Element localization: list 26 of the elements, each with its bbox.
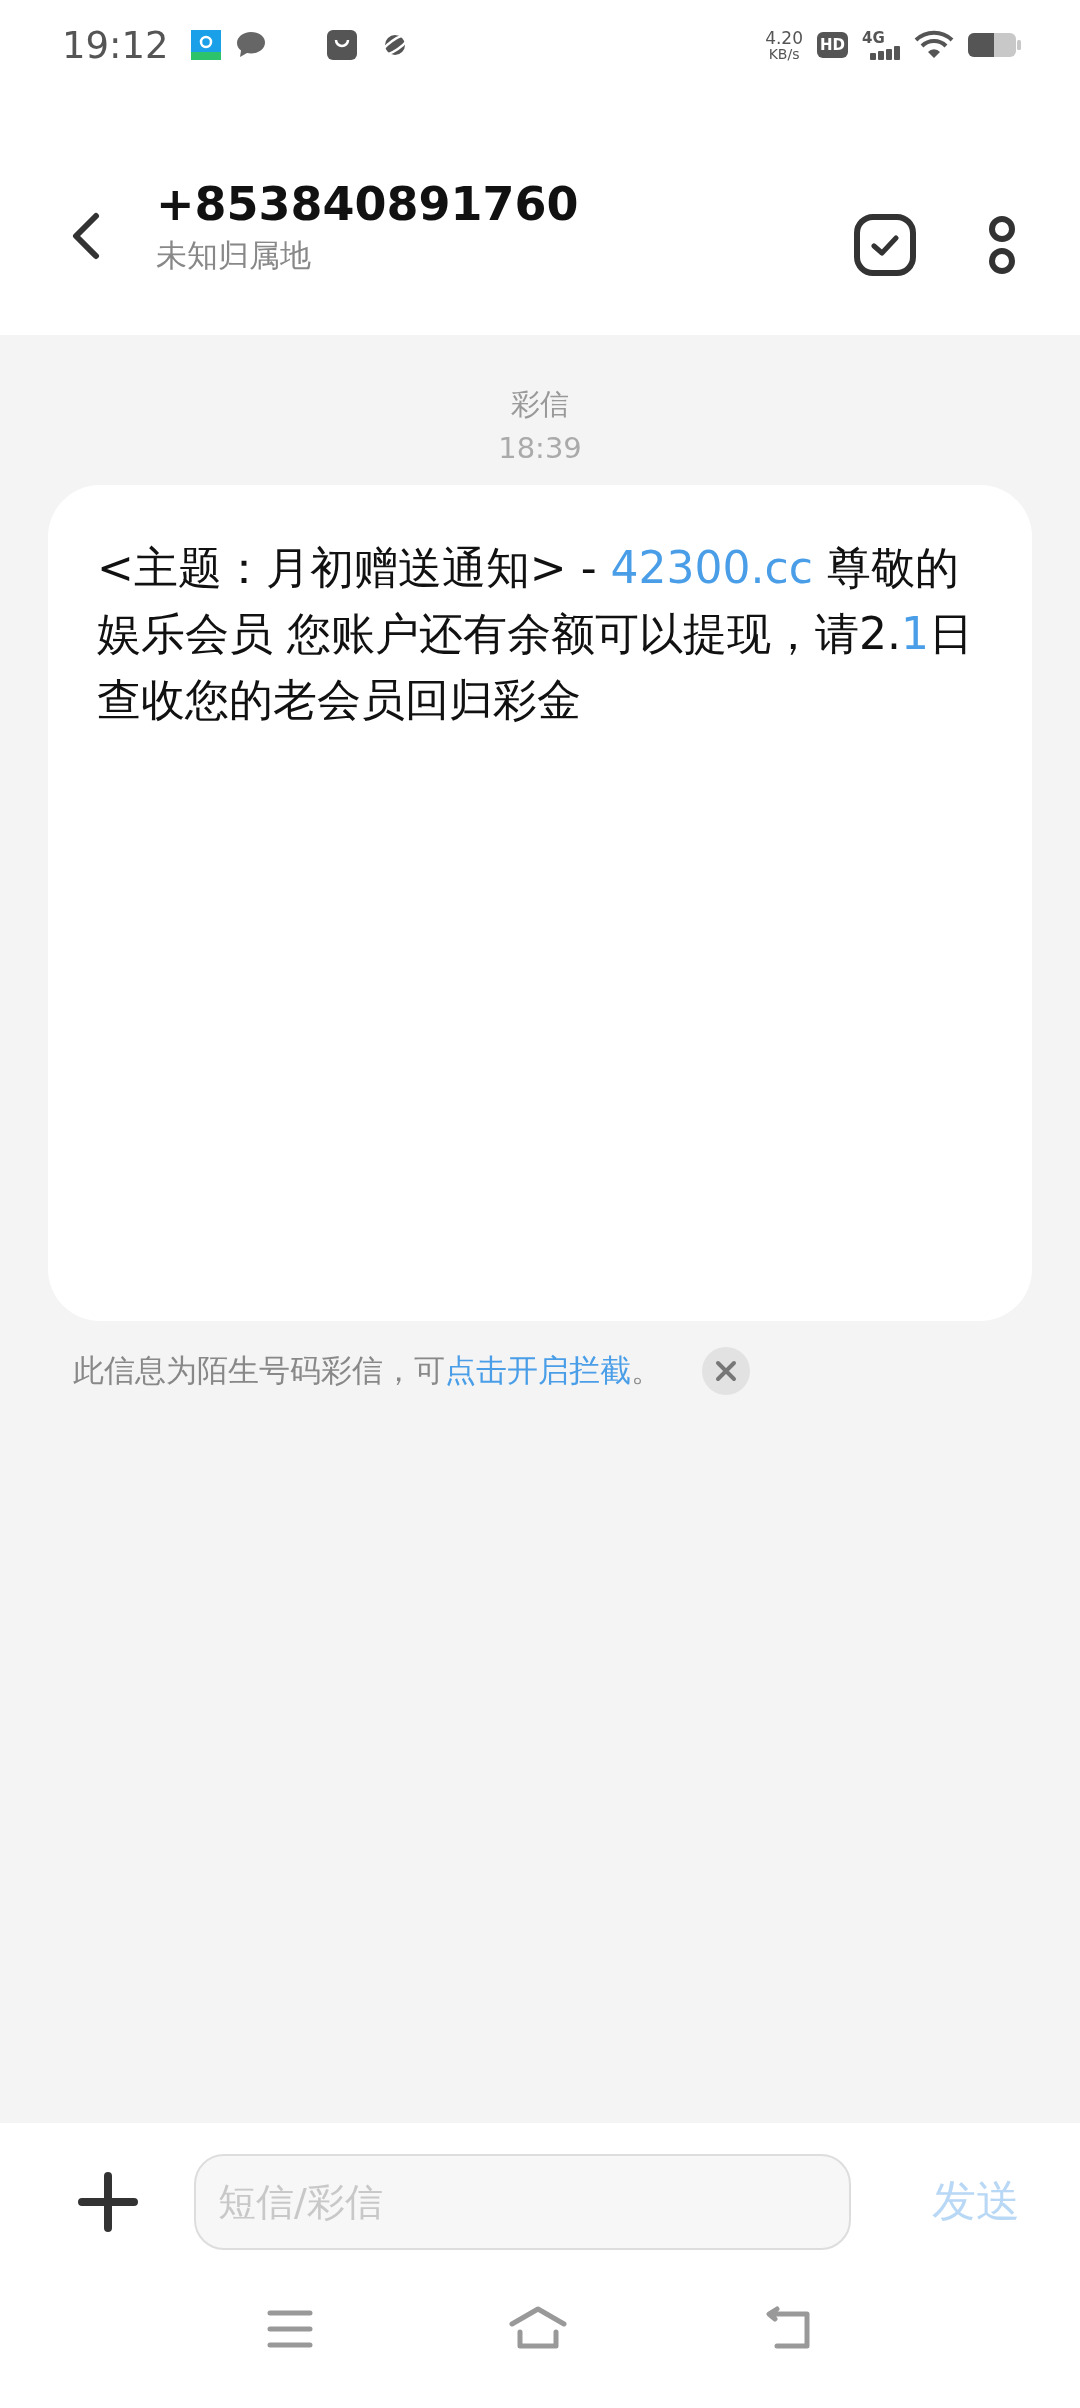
- notice-text: 此信息为陌生号码彩信，可点击开启拦截。: [73, 1351, 662, 1390]
- shopping-bag-icon: [326, 30, 357, 60]
- network-type: 4G: [862, 30, 886, 46]
- add-icon[interactable]: [78, 2171, 138, 2232]
- phone-number: +853840891760: [156, 178, 579, 231]
- status-time: 19:12: [62, 23, 169, 67]
- more-icon[interactable]: [988, 215, 1016, 275]
- link[interactable]: 42300.cc: [610, 542, 813, 593]
- speed-unit: KB/s: [768, 46, 800, 61]
- menu-icon[interactable]: [267, 2309, 314, 2349]
- hd-badge: HD: [817, 32, 848, 58]
- message-text: <主题：月初赠送通知> - 42300.cc 尊敬的娱乐会员 您账户还有余额可以提现，请2.1 日查收您的老会员回归彩金: [97, 541, 974, 727]
- link[interactable]: 1: [900, 608, 929, 659]
- checkbox-icon[interactable]: [854, 214, 916, 276]
- close-icon[interactable]: [702, 1347, 750, 1395]
- battery-icon: [968, 31, 1022, 59]
- network-speed: 4.20: [765, 29, 803, 47]
- back-icon[interactable]: [70, 212, 100, 260]
- home-icon[interactable]: [508, 2306, 568, 2352]
- wifi-icon: [914, 30, 954, 60]
- location-label: 未知归属地: [156, 235, 312, 275]
- message-time: 18:39: [498, 431, 582, 465]
- chat-icon: [234, 30, 267, 60]
- send-button[interactable]: 发送: [932, 2172, 1020, 2231]
- link[interactable]: 点击开启拦截: [445, 1352, 631, 1388]
- message-type: 彩信: [511, 386, 569, 423]
